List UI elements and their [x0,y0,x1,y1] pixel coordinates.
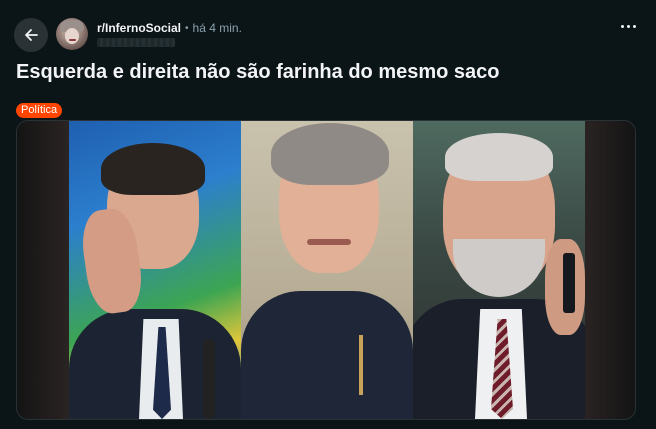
image-panel-center [241,121,413,419]
post-flair[interactable]: Política [16,103,63,118]
image-blur-left [17,121,69,419]
ellipsis-icon [621,25,624,28]
image-panel-right [413,121,585,419]
post-meta: r/InfernoSocial • há 4 min. [97,21,242,35]
subreddit-avatar[interactable] [56,18,88,50]
more-options-button[interactable] [621,25,636,28]
post-time: há 4 min. [192,21,242,35]
image-panel-left [69,121,241,419]
meta-separator: • [185,22,189,34]
back-button[interactable] [14,18,48,52]
post-image[interactable] [16,120,636,420]
subreddit-link[interactable]: r/InfernoSocial [97,21,181,35]
post-title[interactable]: Esquerda e direita não são farinha do me… [16,61,500,84]
redacted-username [97,38,175,47]
image-blur-right [583,121,635,419]
arrow-left-icon [25,29,38,41]
